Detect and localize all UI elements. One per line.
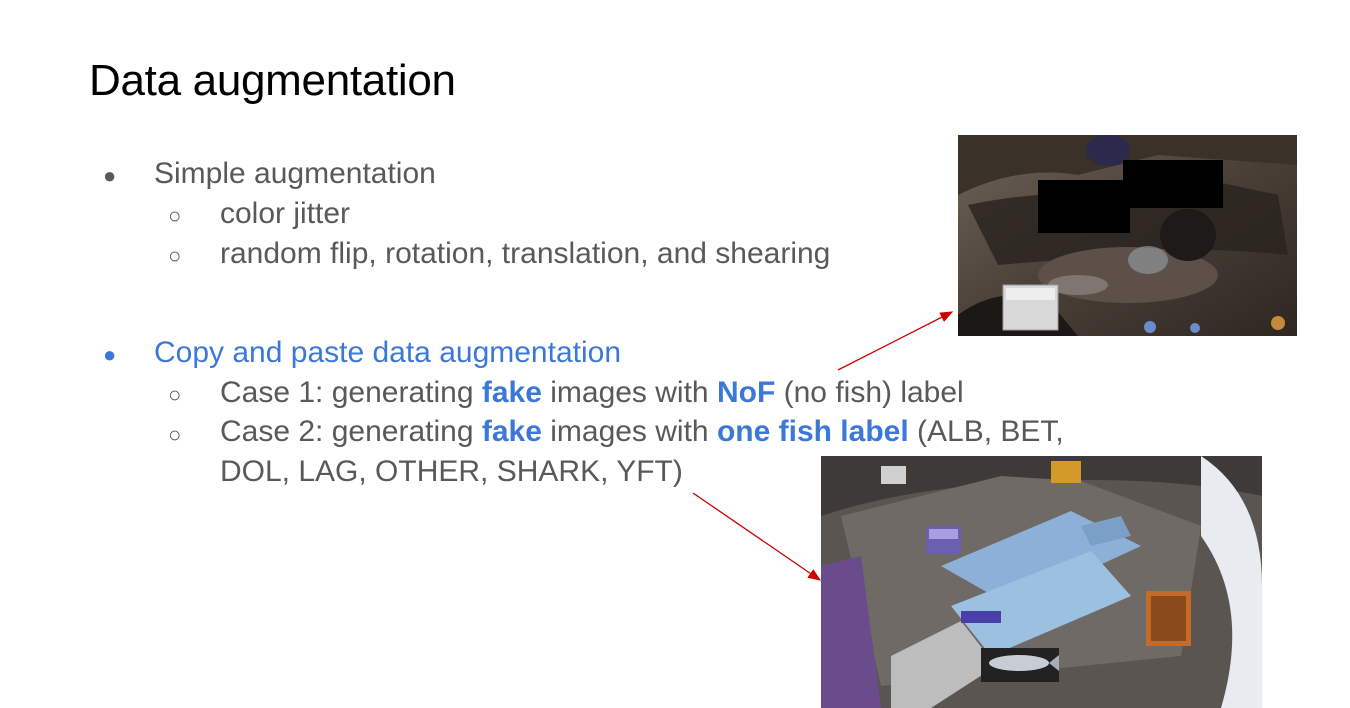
arrows-layer (692, 311, 954, 581)
arrow-to-nof-photo (837, 311, 954, 371)
slide: Data augmentation ● Simple augmentation … (0, 0, 1350, 708)
arrow-to-fish-photo (692, 492, 822, 581)
